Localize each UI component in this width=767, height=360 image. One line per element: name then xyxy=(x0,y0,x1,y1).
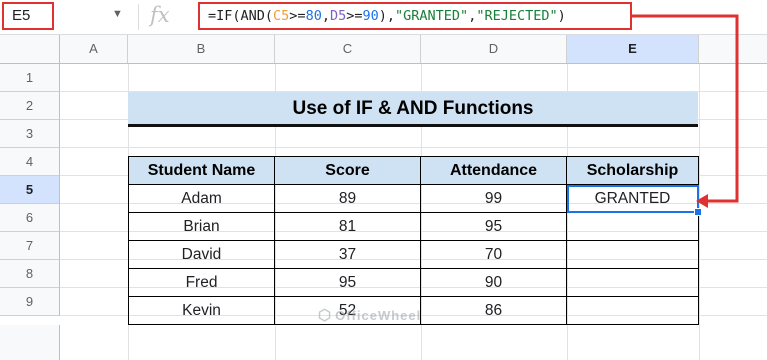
arrow-line xyxy=(632,14,739,203)
arrow-head xyxy=(696,194,708,208)
annotation-arrow xyxy=(632,14,739,208)
